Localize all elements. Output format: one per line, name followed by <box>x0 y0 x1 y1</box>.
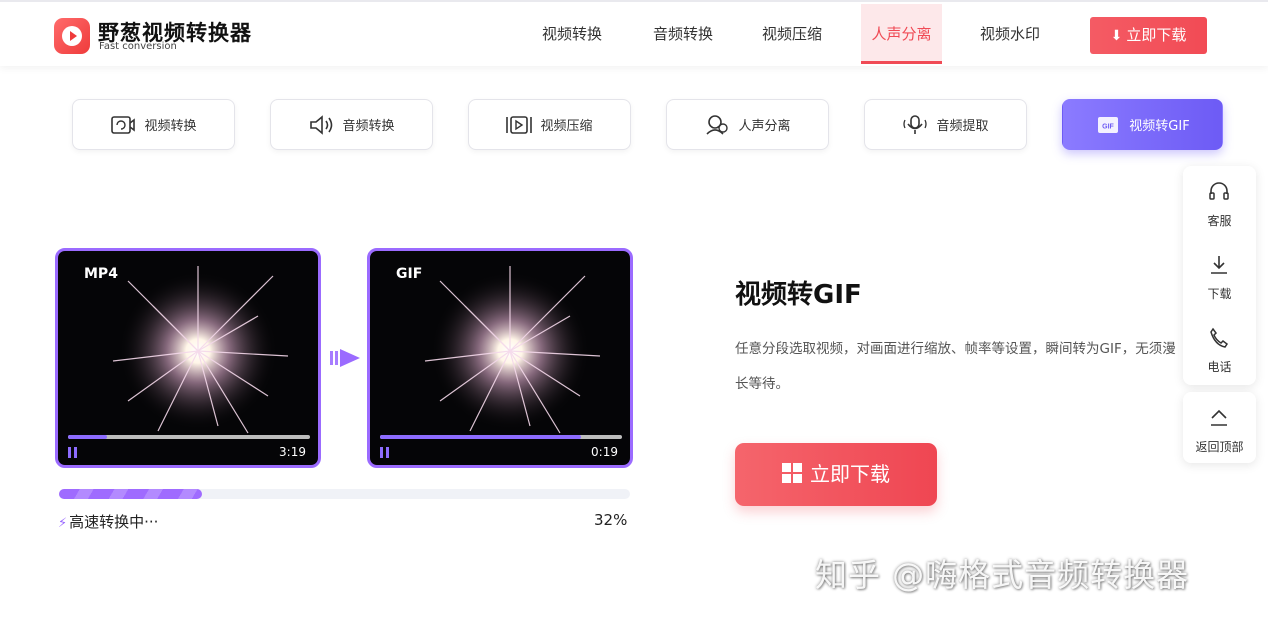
back-top-label: 返回顶部 <box>1195 440 1244 454</box>
back-to-top-button[interactable]: 返回顶部 <box>1183 392 1256 463</box>
tool-label: 视频转GIF <box>1129 119 1190 134</box>
feature-description: 任意分段选取视频，对画面进行缩放、帧率等设置，瞬间转为GIF，无须漫长等待。 <box>735 341 1176 392</box>
source-video-preview[interactable]: MP4 3:19 <box>55 248 321 468</box>
tool-label: 人声分离 <box>738 119 791 134</box>
tool-video-convert[interactable]: 视频转换 <box>72 99 235 150</box>
duration-label: 3:19 <box>279 445 306 459</box>
sparkler-image <box>424 266 601 434</box>
download-icon: ⬇ <box>1110 28 1123 44</box>
tool-voice-separate[interactable]: 人声分离 <box>666 99 829 150</box>
nav-audio-convert[interactable]: 音频转换 <box>641 4 725 64</box>
voice-separate-icon <box>706 114 729 135</box>
conversion-status: ⚡ 高速转换中··· <box>58 511 158 532</box>
video-compress-icon <box>506 115 533 134</box>
phone-label: 电话 <box>1207 360 1232 374</box>
tool-label: 视频压缩 <box>540 119 593 134</box>
gif-video-preview[interactable]: GIF 0:19 <box>367 248 633 468</box>
svg-text:GIF: GIF <box>1102 123 1114 130</box>
download-label: 下载 <box>1207 287 1232 301</box>
chevron-up-icon <box>1211 409 1227 426</box>
main-download-label: 立即下载 <box>810 462 890 486</box>
convert-arrow-icon <box>330 349 360 367</box>
pause-icon[interactable] <box>68 447 78 458</box>
phone-icon <box>1210 327 1229 348</box>
header-download-button[interactable]: ⬇ 立即下载 <box>1090 17 1207 54</box>
top-navigation-bar: 野葱视频转换器 Fast conversion 视频转换 音频转换 视频压缩 人… <box>0 0 1268 66</box>
service-label: 客服 <box>1207 214 1232 228</box>
tool-label: 音频转换 <box>342 119 395 134</box>
status-text: 高速转换中··· <box>69 513 159 531</box>
conversion-percent: 32% <box>594 511 628 529</box>
nav-video-compress[interactable]: 视频压缩 <box>750 4 834 64</box>
nav-voice-separate[interactable]: 人声分离 <box>861 4 942 64</box>
format-tag: GIF <box>396 266 423 282</box>
video-convert-icon <box>111 115 136 134</box>
feature-title: 视频转GIF <box>735 280 862 310</box>
windows-icon <box>782 463 802 483</box>
phone-button[interactable]: 电话 <box>1183 312 1256 385</box>
tool-audio-extract[interactable]: 音频提取 <box>864 99 1027 150</box>
float-download-button[interactable]: 下载 <box>1183 239 1256 312</box>
playback-track[interactable] <box>68 435 310 439</box>
tool-video-compress[interactable]: 视频压缩 <box>468 99 631 150</box>
tool-label: 视频转换 <box>144 119 197 134</box>
lightning-icon: ⚡ <box>58 516 68 531</box>
gif-icon: GIF <box>1098 116 1119 133</box>
sparkler-image <box>112 266 289 434</box>
logo-subtitle: Fast conversion <box>99 41 177 52</box>
audio-convert-icon <box>310 114 333 135</box>
tool-audio-convert[interactable]: 音频转换 <box>270 99 433 150</box>
watermark-text: 知乎 @嗨格式音频转换器 <box>815 556 1190 594</box>
format-tag: MP4 <box>84 266 118 282</box>
tool-label: 音频提取 <box>936 119 989 134</box>
playback-track[interactable] <box>380 435 622 439</box>
headset-icon <box>1209 182 1229 200</box>
nav-video-convert[interactable]: 视频转换 <box>530 4 614 64</box>
duration-label: 0:19 <box>591 445 618 459</box>
logo-play-icon <box>54 18 90 54</box>
header-download-label: 立即下载 <box>1126 26 1187 44</box>
pause-icon[interactable] <box>380 447 390 458</box>
floating-contact-panel: 客服 下载 电话 <box>1183 166 1256 385</box>
customer-service-button[interactable]: 客服 <box>1183 166 1256 239</box>
audio-extract-icon <box>903 114 928 134</box>
main-download-button[interactable]: 立即下载 <box>735 443 937 506</box>
nav-video-watermark[interactable]: 视频水印 <box>968 4 1052 64</box>
tool-video-to-gif[interactable]: GIF 视频转GIF <box>1062 99 1223 150</box>
conversion-progress-bar <box>59 489 630 499</box>
download-icon <box>1211 256 1227 274</box>
